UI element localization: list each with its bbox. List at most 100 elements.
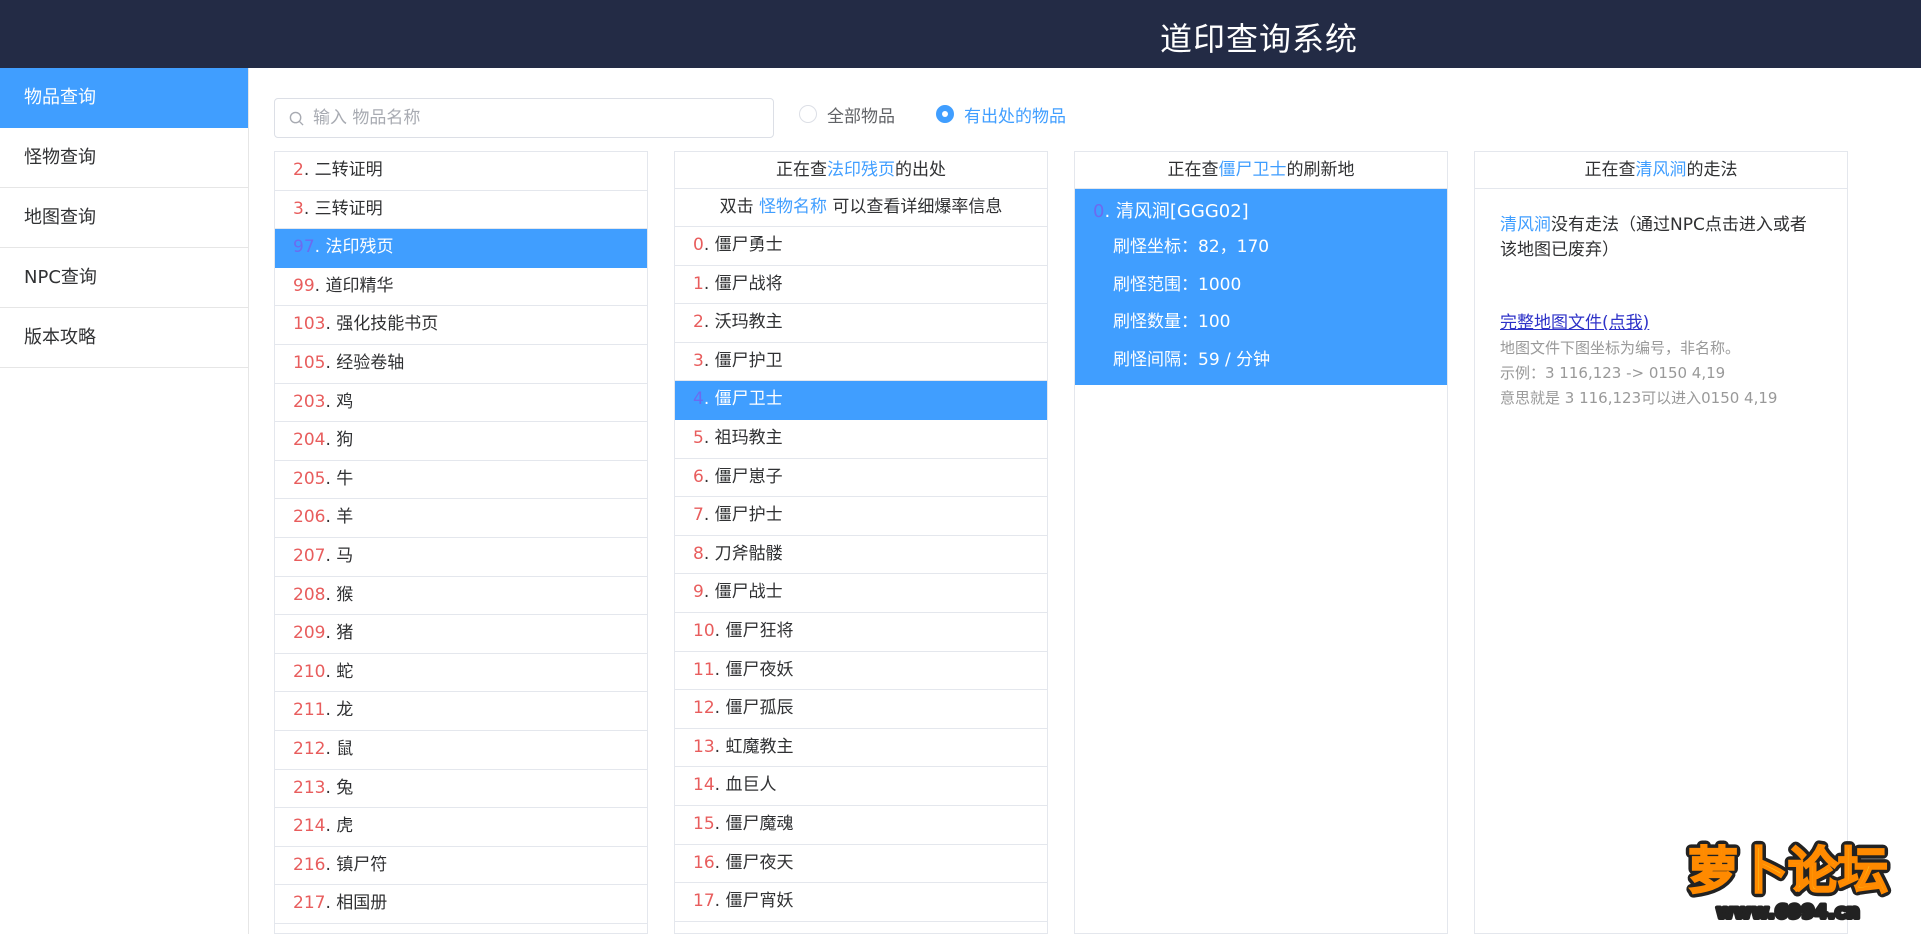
route-content: 清风涧没有走法（通过NPC点击进入或者该地图已废弃） 完整地图文件(点我) 地图… (1475, 189, 1847, 411)
item-search-input[interactable] (313, 99, 763, 137)
items-name: 相国册 (336, 893, 388, 914)
sidebar-item-version-guide[interactable]: 版本攻略 (0, 308, 248, 368)
monsters-row[interactable]: 15. 僵尸魔魂 (675, 806, 1047, 845)
items-row[interactable]: 103. 强化技能书页 (275, 306, 647, 345)
monsters-row[interactable]: 1. 僵尸战将 (675, 266, 1047, 305)
items-name: 鼠 (336, 738, 354, 759)
monsters-row[interactable]: 2. 沃玛教主 (675, 304, 1047, 343)
sidebar-item-monster-query[interactable]: 怪物查询 (0, 128, 248, 188)
items-name: 猴 (336, 584, 354, 605)
items-row[interactable]: 213. 兔 (275, 770, 647, 809)
items-row[interactable]: 214. 虎 (275, 808, 647, 847)
sidebar-item-item-query[interactable]: 物品查询 (0, 68, 248, 128)
monsters-name: 僵尸魔魂 (725, 813, 794, 834)
items-index-dot: . (325, 468, 337, 489)
items-row[interactable]: 105. 经验卷轴 (275, 345, 647, 384)
items-index: 208 (293, 584, 326, 605)
app-header: 道印查询系统 (0, 0, 1921, 68)
monsters-name: 祖玛教主 (714, 427, 783, 448)
items-row[interactable]: 212. 鼠 (275, 731, 647, 770)
monsters-row[interactable]: 6. 僵尸崽子 (675, 459, 1047, 498)
spawn-location-panel: 正在查僵尸卫士的刷新地 0. 清风涧[GGG02] 刷怪坐标：82，170 刷怪… (1074, 151, 1448, 934)
monsters-row[interactable]: 12. 僵尸孤辰 (675, 690, 1047, 729)
items-index-dot: . (325, 661, 337, 682)
filter-sourced-items-radio[interactable]: 有出处的物品 (936, 103, 1066, 127)
items-name: 三转证明 (314, 198, 383, 219)
filter-all-items-radio[interactable]: 全部物品 (799, 103, 895, 127)
items-row[interactable]: 217. 相国册 (275, 885, 647, 924)
monsters-name: 沃玛教主 (714, 312, 783, 333)
monsters-index: 13 (693, 736, 715, 757)
monsters-name: 僵尸夜妖 (725, 659, 794, 680)
monsters-row[interactable]: 8. 刀斧骷髅 (675, 536, 1047, 575)
spawn-entry-index: 0 (1093, 201, 1105, 222)
monsters-row[interactable]: 5. 祖玛教主 (675, 420, 1047, 459)
monsters-index: 10 (693, 620, 715, 641)
spawn-panel-header: 正在查僵尸卫士的刷新地 (1075, 152, 1447, 189)
items-name: 猪 (336, 623, 354, 644)
item-list-panel: 2. 二转证明 3. 三转证明 97. 法印残页 99. 道印精华 103. 强化技能书… (274, 151, 648, 934)
items-row[interactable]: 204. 狗 (275, 422, 647, 461)
items-name: 法印残页 (325, 237, 394, 258)
spawn-coords: 刷怪坐标：82，170 (1113, 237, 1270, 257)
items-row[interactable]: 216. 镇尸符 (275, 847, 647, 886)
items-index: 217 (293, 893, 326, 914)
items-index-dot: . (314, 237, 326, 258)
monsters-row[interactable]: 16. 僵尸夜天 (675, 845, 1047, 884)
items-index: 207 (293, 545, 326, 566)
items-row[interactable]: 208. 猴 (275, 577, 647, 616)
monsters-name: 僵尸夜天 (725, 852, 794, 873)
route-panel: 正在查清风涧的走法 清风涧没有走法（通过NPC点击进入或者该地图已废弃） 完整地… (1474, 151, 1848, 934)
monsters-row[interactable]: 17. 僵尸宵妖 (675, 883, 1047, 922)
items-name: 马 (336, 545, 354, 566)
items-row[interactable]: 206. 羊 (275, 499, 647, 538)
spawn-count: 刷怪数量：100 (1113, 312, 1231, 332)
monsters-row[interactable]: 9. 僵尸战士 (675, 574, 1047, 613)
radio-checked-icon (936, 105, 954, 123)
monsters-index: 1 (693, 273, 704, 294)
items-name: 龙 (336, 700, 354, 721)
full-map-file-link[interactable]: 完整地图文件(点我) (1500, 311, 1649, 336)
monsters-row[interactable]: 14. 血巨人 (675, 767, 1047, 806)
monsters-row[interactable]: 11. 僵尸夜妖 (675, 652, 1047, 691)
items-row[interactable]: 210. 蛇 (275, 654, 647, 693)
monsters-row[interactable]: 13. 虹魔教主 (675, 729, 1047, 768)
items-row[interactable]: 3. 三转证明 (275, 191, 647, 230)
sidebar-item-map-query[interactable]: 地图查询 (0, 188, 248, 248)
items-row[interactable]: 211. 龙 (275, 692, 647, 731)
items-row[interactable]: 207. 马 (275, 538, 647, 577)
items-index: 209 (293, 623, 326, 644)
monsters-row[interactable]: 3. 僵尸护卫 (675, 343, 1047, 382)
items-row[interactable]: 2. 二转证明 (275, 152, 647, 191)
no-route-message: 清风涧没有走法（通过NPC点击进入或者该地图已废弃） (1500, 213, 1823, 263)
monsters-row[interactable]: 0. 僵尸勇士 (675, 227, 1047, 266)
spawn-interval: 刷怪间隔：59 / 分钟 (1113, 349, 1271, 370)
forum-watermark-logo: 萝卜论坛 萝卜论坛 www.6994.cn www.6994.cn (1684, 838, 1893, 926)
header-prefix: 正在查 (1167, 160, 1219, 180)
monsters-name: 刀斧骷髅 (714, 543, 783, 564)
items-row[interactable]: 99. 道印精华 (275, 268, 647, 307)
items-name: 鸡 (336, 391, 354, 412)
monster-panel-header: 正在查法印残页的出处 (675, 152, 1047, 189)
items-index-dot: . (325, 584, 337, 605)
monsters-index: 17 (693, 891, 715, 912)
items-row[interactable]: 205. 牛 (275, 461, 647, 500)
hint-highlight: 怪物名称 (759, 197, 827, 217)
map-note-3: 意思就是 3 116,123可以进入0150 4,19 (1500, 389, 1778, 407)
items-row[interactable]: 203. 鸡 (275, 384, 647, 423)
monsters-row[interactable]: 10. 僵尸狂将 (675, 613, 1047, 652)
items-row[interactable]: 209. 猪 (275, 615, 647, 654)
items-row[interactable]: 97. 法印残页 (275, 229, 647, 268)
sidebar-item-npc-query[interactable]: NPC查询 (0, 248, 248, 308)
spawn-entry[interactable]: 0. 清风涧[GGG02] 刷怪坐标：82，170 刷怪范围：1000 刷怪数量… (1075, 189, 1447, 385)
monsters-row[interactable]: 7. 僵尸护士 (675, 497, 1047, 536)
monsters-index: 15 (693, 813, 715, 834)
monsters-index-dot: . (703, 505, 715, 526)
monsters-index-dot: . (714, 659, 726, 680)
filter-all-items-label: 全部物品 (827, 106, 895, 127)
items-index: 204 (293, 430, 326, 451)
items-index: 97 (293, 237, 315, 258)
monsters-index: 8 (693, 543, 704, 564)
monsters-row[interactable]: 4. 僵尸卫士 (675, 381, 1047, 420)
monster-list: 0. 僵尸勇士 1. 僵尸战将 2. 沃玛教主 3. 僵尸护卫 4. 僵尸卫士 5. 祖玛… (675, 227, 1047, 922)
